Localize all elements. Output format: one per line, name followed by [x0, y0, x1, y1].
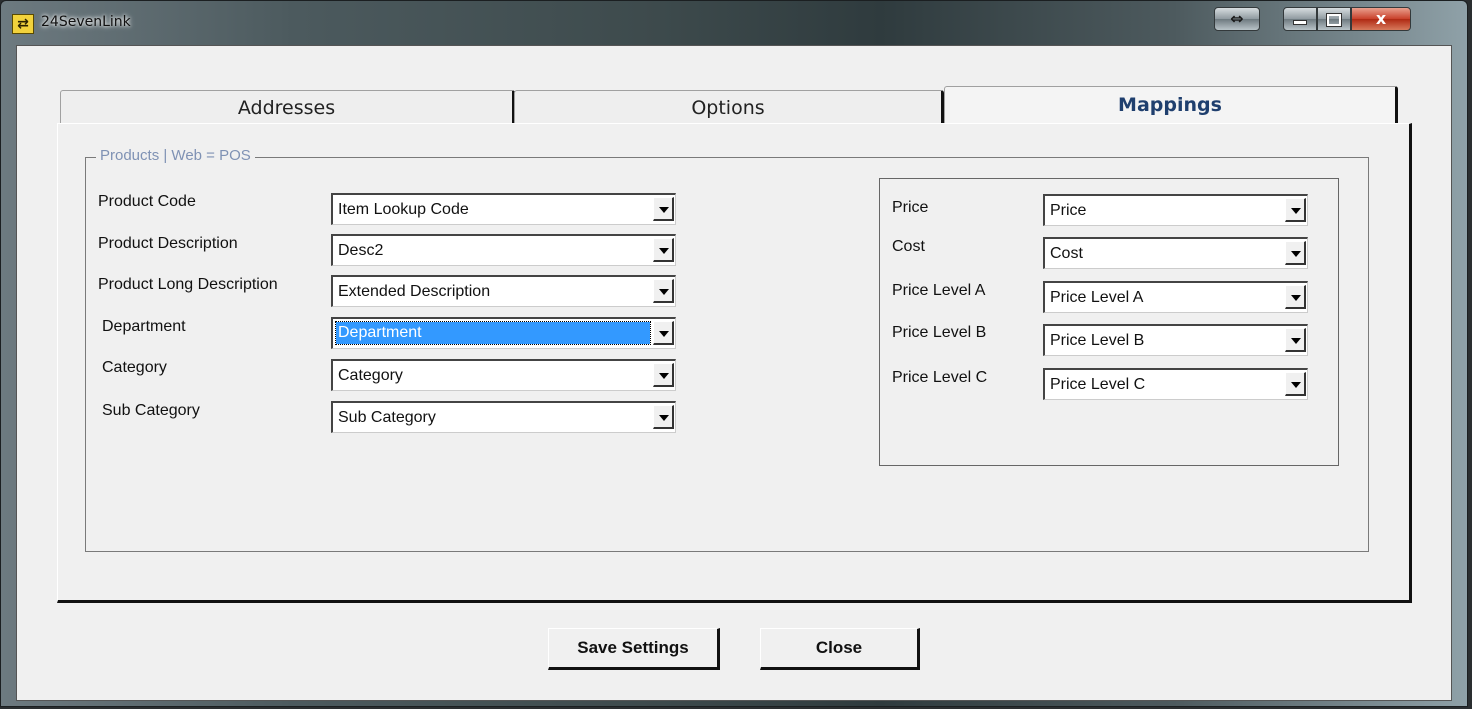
chevron-down-icon[interactable] [1285, 328, 1306, 352]
chevron-down-icon[interactable] [1285, 372, 1306, 396]
dropdown-value: Cost [1050, 245, 1083, 262]
minimize-icon[interactable] [1283, 7, 1317, 31]
cost-dropdown[interactable]: Cost [1043, 237, 1308, 269]
chevron-down-icon[interactable] [1285, 285, 1306, 309]
products-groupbox: Products | Web = POS Product Code Item L… [85, 147, 1369, 552]
title-bar[interactable]: ⇄ 24SevenLink ⇔ x [1, 1, 1467, 45]
dropdown-value: Price Level C [1050, 376, 1146, 393]
chevron-down-icon[interactable] [653, 197, 674, 221]
maximize-icon[interactable] [1317, 7, 1351, 31]
product-long-description-dropdown[interactable]: Extended Description [331, 275, 676, 307]
chevron-down-icon[interactable] [653, 279, 674, 303]
dropdown-value: Extended Description [338, 283, 491, 300]
price-mapping-box: Price Price Cost Cost Price Level A Pric… [879, 178, 1339, 466]
close-button[interactable]: Close [760, 628, 920, 670]
price-level-c-dropdown[interactable]: Price Level C [1043, 368, 1308, 400]
price-level-a-dropdown[interactable]: Price Level A [1043, 281, 1308, 313]
label-department: Department [102, 318, 186, 335]
resize-icon[interactable]: ⇔ [1214, 7, 1260, 31]
label-price-level-b: Price Level B [892, 324, 987, 341]
label-cost: Cost [892, 238, 925, 255]
product-description-dropdown[interactable]: Desc2 [331, 234, 676, 266]
chevron-down-icon[interactable] [1285, 241, 1306, 265]
dropdown-value: Sub Category [338, 409, 436, 426]
label-product-code: Product Code [98, 193, 196, 210]
app-link-icon: ⇄ [12, 14, 34, 34]
window-title: 24SevenLink [41, 14, 131, 30]
dropdown-value: Department [335, 321, 651, 345]
sub-category-dropdown[interactable]: Sub Category [331, 401, 676, 433]
tab-options[interactable]: Options [514, 90, 944, 124]
label-price-level-c: Price Level C [892, 369, 988, 386]
dropdown-value: Price [1050, 202, 1087, 219]
dropdown-value: Price Level B [1050, 332, 1145, 349]
chevron-down-icon[interactable] [1285, 198, 1306, 222]
close-icon[interactable]: x [1351, 7, 1411, 31]
mappings-panel: Products | Web = POS Product Code Item L… [57, 123, 1412, 603]
chevron-down-icon[interactable] [653, 405, 674, 429]
group-legend: Products | Web = POS [96, 147, 255, 164]
dropdown-value: Item Lookup Code [338, 201, 469, 218]
label-category: Category [102, 359, 167, 376]
department-dropdown[interactable]: Department [331, 317, 676, 349]
category-dropdown[interactable]: Category [331, 359, 676, 391]
chevron-down-icon[interactable] [653, 363, 674, 387]
label-product-description: Product Description [98, 235, 238, 252]
app-window: ⇄ 24SevenLink ⇔ x Addresses Options Mapp… [0, 0, 1468, 707]
product-code-dropdown[interactable]: Item Lookup Code [331, 193, 676, 225]
dropdown-value: Price Level A [1050, 289, 1144, 306]
client-area: Addresses Options Mappings Products | We… [16, 45, 1452, 701]
label-sub-category: Sub Category [102, 402, 200, 419]
dropdown-value: Desc2 [338, 242, 384, 259]
price-level-b-dropdown[interactable]: Price Level B [1043, 324, 1308, 356]
chevron-down-icon[interactable] [653, 321, 674, 345]
dropdown-value: Category [338, 367, 403, 384]
save-settings-button[interactable]: Save Settings [548, 628, 720, 670]
chevron-down-icon[interactable] [653, 238, 674, 262]
tab-addresses[interactable]: Addresses [60, 90, 515, 124]
label-product-long-description: Product Long Description [98, 276, 278, 293]
label-price: Price [892, 199, 929, 216]
price-dropdown[interactable]: Price [1043, 194, 1308, 226]
label-price-level-a: Price Level A [892, 282, 986, 299]
tab-mappings[interactable]: Mappings [944, 86, 1398, 124]
